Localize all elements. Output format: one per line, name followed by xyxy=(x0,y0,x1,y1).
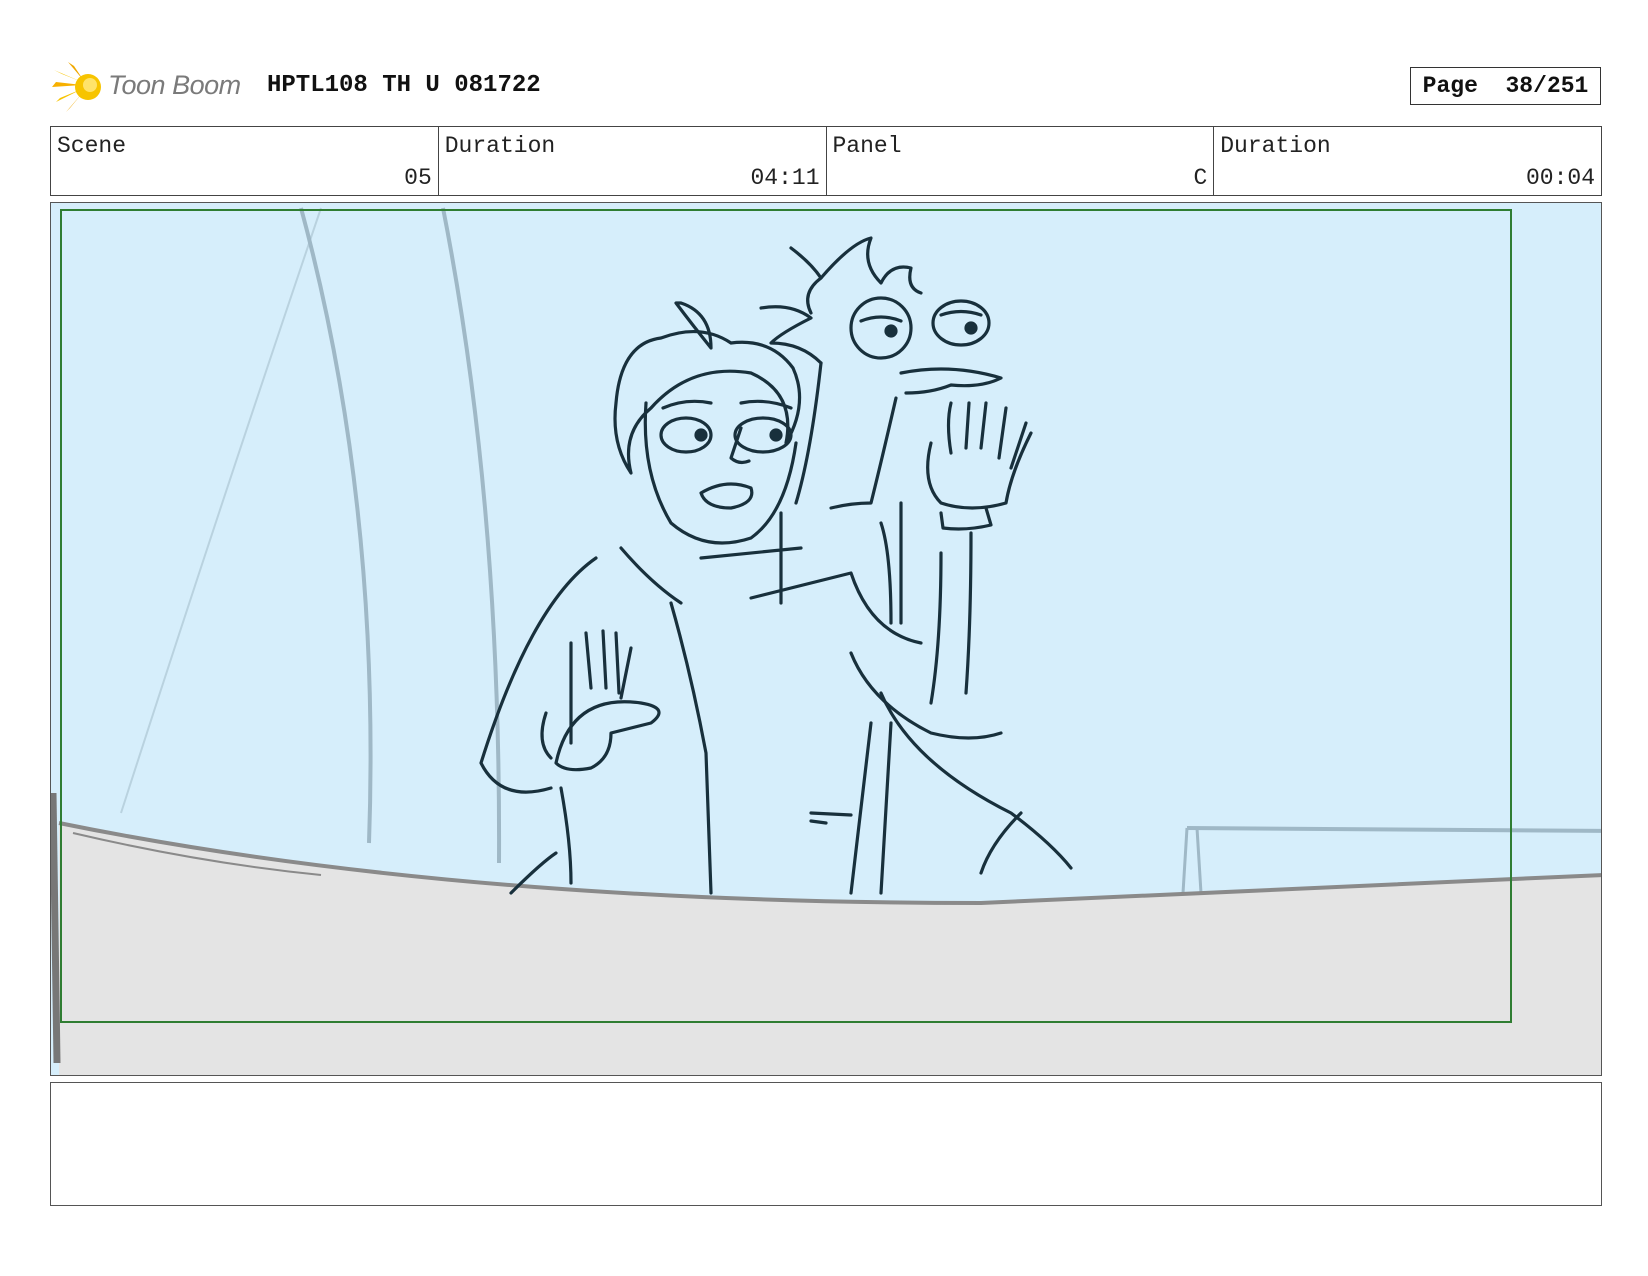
scene-duration-label: Duration xyxy=(444,133,556,159)
panel-duration-label: Duration xyxy=(1220,133,1331,159)
storyboard-panel xyxy=(50,202,1602,1076)
panel-duration-cell: Duration 00:04 xyxy=(1214,127,1601,195)
scene-duration-cell: Duration 04:11 xyxy=(439,127,827,195)
scene-cell: Scene 05 xyxy=(51,127,439,195)
panel-label: Panel xyxy=(832,133,902,159)
page-number: 38/251 xyxy=(1505,73,1589,99)
scene-value: 05 xyxy=(404,165,432,191)
panel-duration-value: 00:04 xyxy=(1525,165,1595,191)
toon-boom-logo: Toon Boom xyxy=(52,60,252,114)
panel-value: C xyxy=(1193,165,1208,191)
document-title: HPTL108 TH U 081722 xyxy=(267,72,541,99)
panel-notes-box[interactable] xyxy=(50,1082,1602,1206)
panel-cell: Panel C xyxy=(827,127,1215,195)
toon-boom-star-icon xyxy=(52,62,101,112)
scene-info-row: Scene 05 Duration 04:11 Panel C Duration… xyxy=(50,126,1602,196)
scene-duration-value: 04:11 xyxy=(750,165,820,191)
left-edge-shadow xyxy=(51,792,61,1064)
page-label: Page xyxy=(1422,73,1478,99)
logo-text: Toon Boom xyxy=(108,70,241,100)
page-indicator: Page 38/251 xyxy=(1410,67,1601,105)
scene-label: Scene xyxy=(57,133,127,159)
storyboard-sketch xyxy=(51,203,1601,1075)
